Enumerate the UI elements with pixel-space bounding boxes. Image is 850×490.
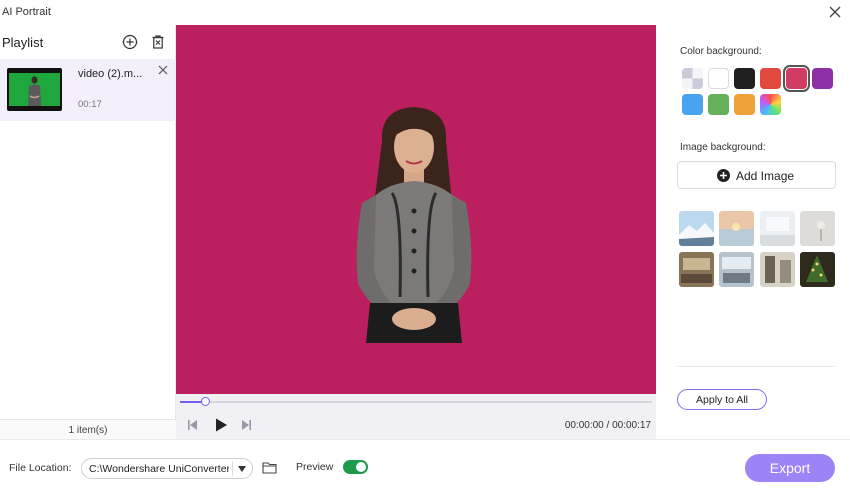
swatch-purple[interactable] [812,68,833,89]
swatch-black[interactable] [734,68,755,89]
toggle-knob [356,462,366,472]
remove-item-icon[interactable] [157,64,169,76]
playlist-title: Playlist [2,35,44,50]
file-location-value: C:\Wondershare UniConverter [89,463,229,475]
video-preview [176,25,656,394]
seek-handle[interactable] [201,397,210,406]
color-background-label: Color background: [680,46,762,57]
swatch-red[interactable] [760,68,781,89]
file-location-label: File Location: [9,462,72,474]
timecode: 00:00:00 / 00:00:17 [564,420,651,431]
apply-to-all-button[interactable]: Apply to All [677,389,767,410]
file-location-select[interactable]: C:\Wondershare UniConverter [81,458,253,479]
preview-label: Preview [296,461,334,473]
bottom-bar: File Location: C:\Wondershare UniConvert… [0,439,850,490]
preview-toggle[interactable] [343,460,368,474]
playlist-header: Playlist [0,25,176,59]
bg-thumb-office[interactable] [719,252,754,287]
video-name: video (2).m... [78,68,143,80]
next-frame-icon[interactable] [239,418,253,432]
add-file-icon[interactable] [122,34,138,50]
swatch-blue[interactable] [682,94,703,115]
plus-circle-icon [717,169,730,182]
image-background-label: Image background: [680,142,766,153]
bg-thumb-snow-mountain[interactable] [679,211,714,246]
playlist-panel: Playlist video (2).m... 00:17 1 item(s) [0,25,176,439]
trash-icon[interactable] [150,34,166,50]
seek-bar[interactable] [180,401,652,403]
bg-thumb-sunset-sea[interactable] [719,211,754,246]
bg-thumb-christmas[interactable] [800,252,835,287]
portrait-subject [356,107,472,343]
swatch-green[interactable] [708,94,729,115]
previous-frame-icon[interactable] [186,418,200,432]
item-count: 1 item(s) [68,425,108,436]
play-icon[interactable] [213,417,229,433]
swatch-orange[interactable] [734,94,755,115]
swatch-custom-color[interactable] [760,94,781,115]
video-thumbnail [7,68,62,111]
add-image-label: Add Image [736,169,795,183]
swatch-pink-selected[interactable] [783,65,810,92]
apply-to-all-label: Apply to All [696,394,748,406]
divider [677,366,835,367]
swatch-white[interactable] [708,68,729,89]
background-panel: Color background: Image background: Add … [656,25,850,439]
video-duration: 00:17 [78,99,102,110]
window-title: AI Portrait [2,6,51,18]
chevron-down-icon [238,466,246,472]
close-icon[interactable] [826,3,844,21]
select-separator [232,461,233,476]
swatch-transparent[interactable] [682,68,703,89]
title-bar: AI Portrait [0,0,850,25]
bg-thumb-white-room[interactable] [760,211,795,246]
bg-thumb-flower-wall[interactable] [800,211,835,246]
bg-thumb-bookshelf[interactable] [760,252,795,287]
playlist-footer: 1 item(s) [0,419,176,439]
bg-thumb-living-room[interactable] [679,252,714,287]
list-item[interactable]: video (2).m... 00:17 [0,59,176,121]
player-controls: 00:00:00 / 00:00:17 [176,394,656,439]
export-button[interactable]: Export [745,454,835,482]
add-image-button[interactable]: Add Image [677,161,836,189]
export-label: Export [769,460,811,476]
folder-icon[interactable] [262,461,277,474]
